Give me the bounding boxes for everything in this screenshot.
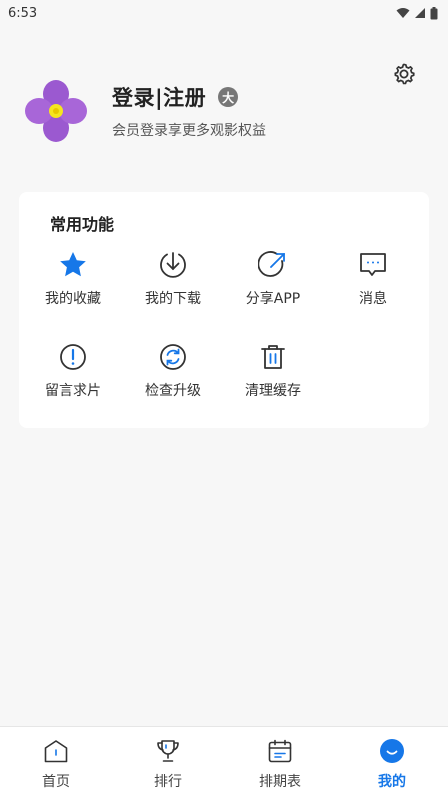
function-label: 消息 xyxy=(359,291,387,307)
refresh-icon xyxy=(158,342,188,372)
login-register-link[interactable]: 登录|注册 xyxy=(112,82,206,112)
battery-icon xyxy=(430,6,438,19)
exclamation-icon xyxy=(58,342,88,372)
function-label: 我的收藏 xyxy=(45,291,101,307)
message-icon xyxy=(358,250,388,280)
common-functions-card: 常用功能 我的收藏 我的下载 分享APP 消息 留言求片 检查升级 清理缓存 xyxy=(19,192,429,428)
card-title: 常用功能 xyxy=(50,215,115,234)
share-icon xyxy=(258,250,288,280)
function-check-update[interactable]: 检查升级 xyxy=(123,342,223,399)
function-downloads[interactable]: 我的下载 xyxy=(123,250,223,307)
function-messages[interactable]: 消息 xyxy=(323,250,423,307)
tab-label: 排期表 xyxy=(259,774,301,790)
function-label: 我的下载 xyxy=(145,291,201,307)
function-request-movie[interactable]: 留言求片 xyxy=(23,342,123,399)
status-bar: 6:53 xyxy=(0,0,448,26)
function-favorites[interactable]: 我的收藏 xyxy=(23,250,123,307)
function-label: 分享APP xyxy=(245,291,301,307)
profile-icon xyxy=(378,737,406,765)
profile-header[interactable]: 登录|注册 大 会员登录享更多观影权益 xyxy=(24,78,424,144)
profile-text: 登录|注册 大 会员登录享更多观影权益 xyxy=(112,82,266,140)
signal-icon xyxy=(415,8,425,18)
function-grid: 我的收藏 我的下载 分享APP 消息 留言求片 检查升级 清理缓存 xyxy=(23,250,423,399)
star-icon xyxy=(58,250,88,280)
function-label: 留言求片 xyxy=(45,383,101,399)
wifi-icon xyxy=(396,8,410,18)
function-share-app[interactable]: 分享APP xyxy=(223,250,323,307)
bottom-tab-bar: 首页 排行 排期表 我的 xyxy=(0,726,448,796)
tab-label: 排行 xyxy=(154,774,182,790)
function-clear-cache[interactable]: 清理缓存 xyxy=(223,342,323,399)
function-label: 检查升级 xyxy=(145,383,201,399)
status-time: 6:53 xyxy=(8,5,38,21)
avatar[interactable] xyxy=(24,79,88,143)
member-subtitle: 会员登录享更多观影权益 xyxy=(112,123,266,139)
home-icon xyxy=(42,737,70,765)
login-row: 登录|注册 大 xyxy=(112,82,266,112)
tab-label: 首页 xyxy=(42,774,70,790)
tab-home[interactable]: 首页 xyxy=(0,727,112,796)
tab-schedule[interactable]: 排期表 xyxy=(224,727,336,796)
status-icons xyxy=(396,6,438,20)
tab-label: 我的 xyxy=(378,774,406,790)
tab-mine[interactable]: 我的 xyxy=(336,727,448,796)
trash-icon xyxy=(258,342,288,372)
tab-ranking[interactable]: 排行 xyxy=(112,727,224,796)
download-icon xyxy=(158,250,188,280)
calendar-icon xyxy=(266,737,294,765)
level-badge: 大 xyxy=(218,87,239,107)
trophy-icon xyxy=(154,737,182,765)
function-label: 清理缓存 xyxy=(245,383,301,399)
